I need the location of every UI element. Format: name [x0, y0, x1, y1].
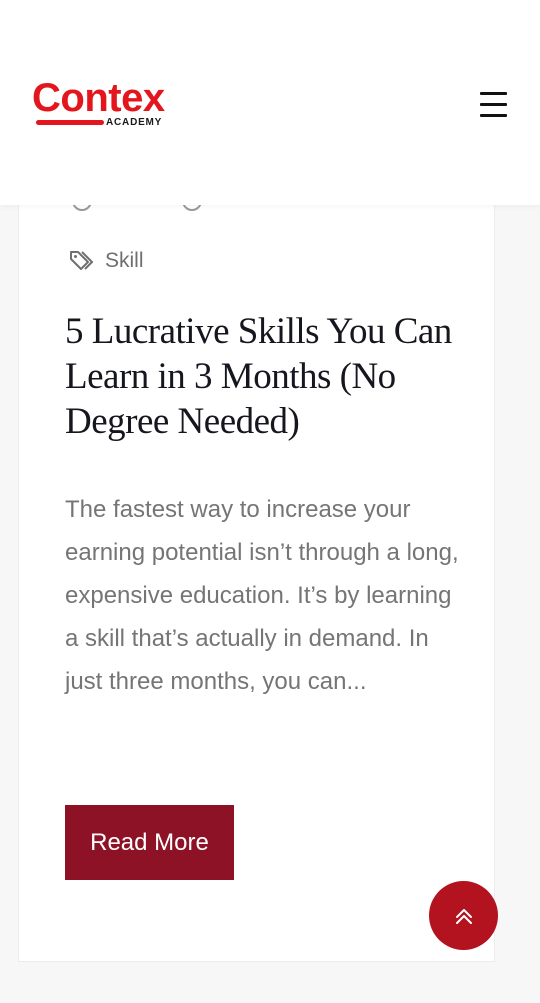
post-card: Skill 5 Lucrative Skills You Can Learn i… — [18, 150, 495, 962]
post-category[interactable]: Skill — [69, 249, 144, 273]
site-header: Contex ACADEMY — [0, 0, 540, 205]
site-logo[interactable]: Contex ACADEMY — [32, 76, 172, 132]
logo-wordmark: Contex — [32, 76, 165, 120]
category-link[interactable]: Skill — [105, 249, 144, 273]
double-chevron-up-icon — [455, 908, 472, 924]
tag-icon — [70, 251, 93, 270]
menu-button[interactable] — [478, 90, 510, 120]
hamburger-icon — [480, 92, 507, 95]
scroll-to-top-button[interactable] — [429, 881, 498, 950]
logo-subtext: ACADEMY — [106, 117, 163, 128]
post-excerpt: The fastest way to increase your earning… — [65, 496, 459, 695]
logo-underline — [36, 120, 104, 125]
post-title[interactable]: 5 Lucrative Skills You Can Learn in 3 Mo… — [65, 309, 470, 444]
read-more-button[interactable]: Read More — [65, 805, 234, 880]
page: Skill 5 Lucrative Skills You Can Learn i… — [0, 0, 540, 1003]
